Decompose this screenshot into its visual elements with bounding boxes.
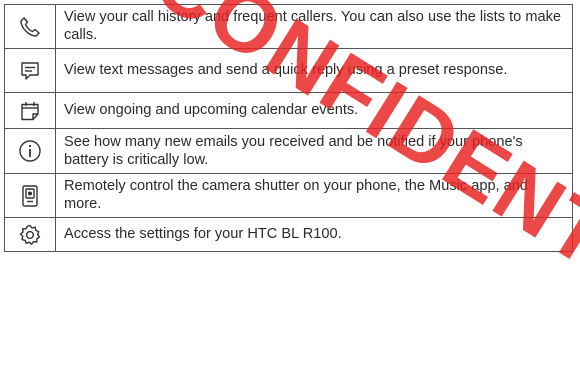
calendar-icon [5, 100, 55, 122]
row-description: View your call history and frequent call… [55, 4, 573, 49]
table-row: See how many new emails you received and… [4, 128, 573, 174]
row-description: See how many new emails you received and… [55, 128, 573, 174]
settings-icon [5, 224, 55, 246]
table-row: View text messages and send a quick repl… [4, 48, 573, 93]
row-description: Access the settings for your HTC BL R100… [55, 217, 573, 252]
info-icon [5, 139, 55, 163]
row-description: View ongoing and upcoming calendar event… [55, 92, 573, 129]
phone-icon [5, 16, 55, 38]
remote-control-icon [5, 184, 55, 208]
table-row: Remotely control the camera shutter on y… [4, 173, 573, 218]
row-description: Remotely control the camera shutter on y… [55, 173, 573, 218]
table-row: View ongoing and upcoming calendar event… [4, 92, 573, 129]
feature-table: View your call history and frequent call… [4, 4, 573, 252]
message-icon [5, 60, 55, 82]
table-row: View your call history and frequent call… [4, 4, 573, 49]
table-row: Access the settings for your HTC BL R100… [4, 217, 573, 252]
row-description: View text messages and send a quick repl… [55, 48, 573, 93]
